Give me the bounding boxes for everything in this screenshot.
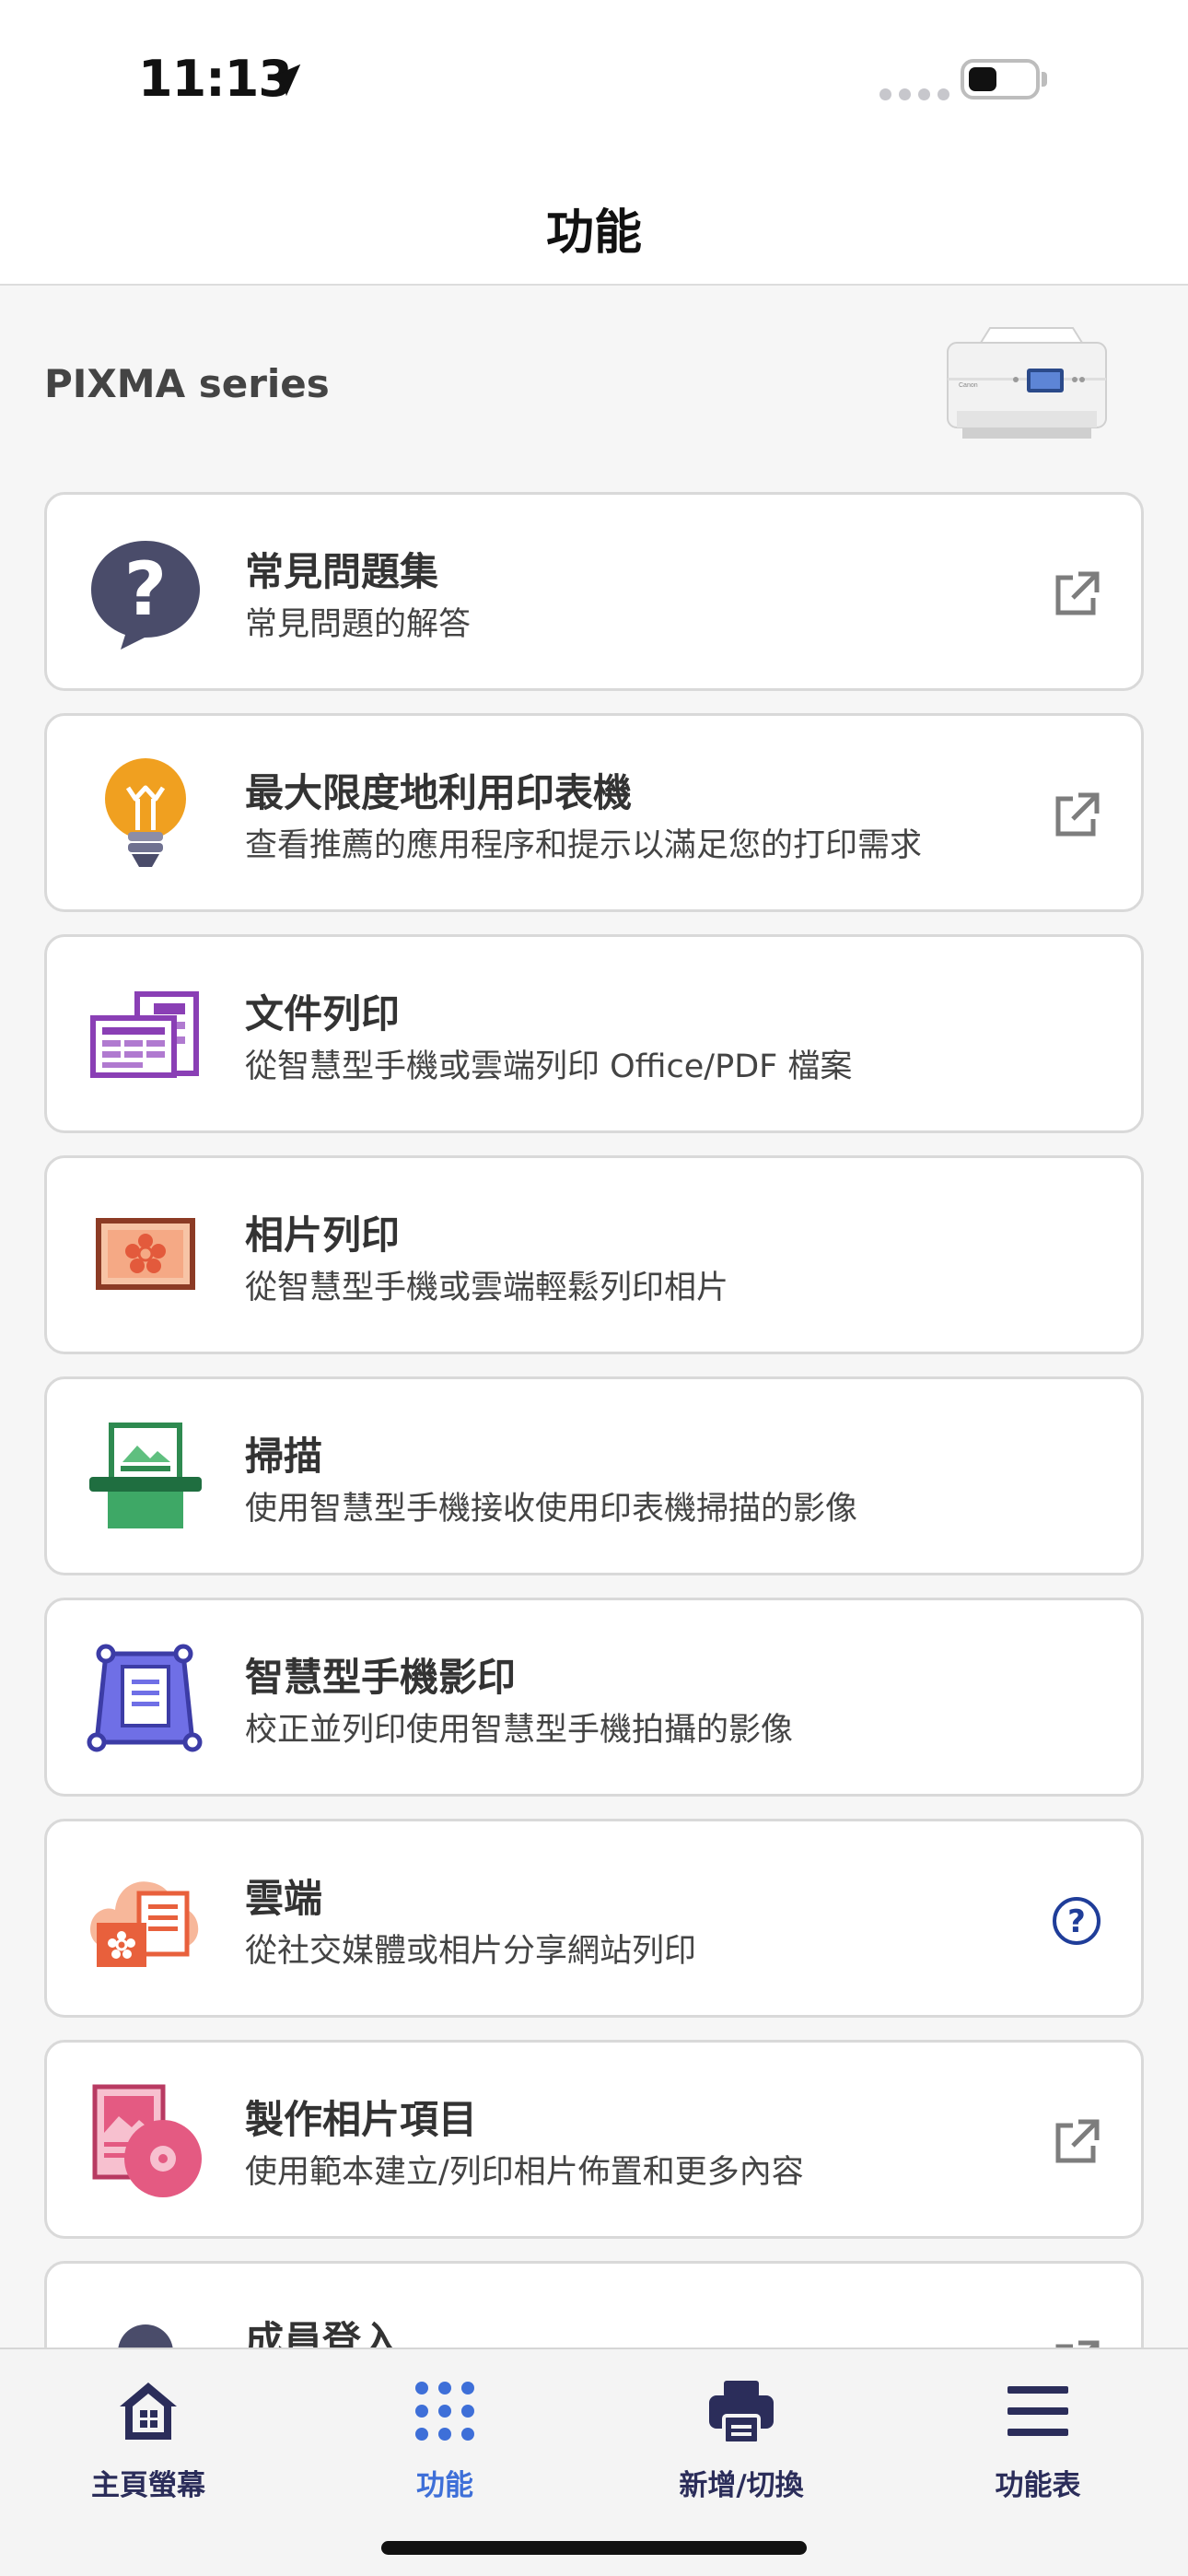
features-list[interactable]: PIXMA series Canon ? 常見問題集 常見問題的解答 最大限度地… [0,287,1188,2348]
menu-item-document-print[interactable]: 文件列印 從智慧型手機或雲端列印 Office/PDF 檔案 [44,934,1144,1133]
menu-item-title: 最大限度地利用印表機 [245,770,633,815]
external-link-icon[interactable] [1051,790,1102,841]
external-link-icon[interactable] [1051,2337,1102,2348]
photo-print-icon [96,1218,195,1290]
menu-item-title: 成員登入 [245,2318,401,2348]
smartphone-copy-icon [87,1644,203,1752]
external-link-icon[interactable] [1051,568,1102,620]
home-icon [120,2383,177,2440]
tab-label: 功能 [416,2469,473,2502]
hamburger-menu-icon [1007,2386,1068,2436]
tab-home[interactable]: 主頁螢幕 [0,2368,297,2506]
menu-item-faq[interactable]: ? 常見問題集 常見問題的解答 [44,492,1144,691]
help-circle-icon[interactable]: ? [1051,1895,1102,1947]
page-title: 功能 [545,205,642,261]
printer-name: PIXMA series [44,361,330,406]
signal-dots-icon [879,88,949,100]
menu-item-title: 雲端 [245,1876,323,1921]
status-bar: 11:13 [0,0,1188,166]
menu-item-subtitle: 使用範本建立/列印相片佈置和更多內容 [245,2154,804,2191]
home-indicator[interactable] [381,2541,807,2555]
svg-text:?: ? [124,546,167,632]
menu-item-subtitle: 常見問題的解答 [245,606,472,643]
menu-item-subtitle: 從社交媒體或相片分享網站列印 [245,1933,697,1970]
tab-features[interactable]: 功能 [297,2368,593,2506]
menu-item-title: 製作相片項目 [245,2097,478,2142]
menu-item-title: 相片列印 [245,1212,401,1258]
menu-item-scan[interactable]: 掃描 使用智慧型手機接收使用印表機掃描的影像 [44,1376,1144,1575]
scan-icon [89,1423,202,1528]
menu-item-smartphone-copy[interactable]: 智慧型手機影印 校正並列印使用智慧型手機拍攝的影像 [44,1598,1144,1797]
menu-item-title: 常見問題集 [245,549,439,594]
menu-item-subtitle: 從智慧型手機或雲端輕鬆列印相片 [245,1270,729,1306]
svg-text:?: ? [1067,1903,1086,1940]
menu-item-title: 掃描 [245,1434,323,1479]
external-link-icon[interactable] [1051,2116,1102,2168]
menu-item-title: 智慧型手機影印 [245,1655,517,1700]
navigation-header: 功能 [0,166,1188,286]
menu-item-subtitle: 使用智慧型手機接收使用印表機掃描的影像 [245,1491,858,1528]
battery-tip [1042,72,1047,87]
battery-icon [961,59,1040,100]
cloud-icon [89,1881,199,1967]
tab-label: 新增/切換 [679,2469,804,2502]
menu-item-maximize-printer[interactable]: 最大限度地利用印表機 查看推薦的應用程序和提示以滿足您的打印需求 [44,713,1144,912]
menu-item-title: 文件列印 [245,991,401,1036]
printer-brand-text: Canon [959,382,978,389]
menu-item-subtitle: 查看推薦的應用程序和提示以滿足您的打印需求 [245,827,923,864]
printer-icon [709,2381,774,2445]
menu-item-subtitle: 從智慧型手機或雲端列印 Office/PDF 檔案 [245,1048,853,1085]
tab-label: 主頁螢幕 [91,2469,205,2502]
location-arrow-icon [268,64,301,97]
tab-menu[interactable]: 功能表 [890,2368,1186,2506]
member-icon [118,2324,173,2348]
tab-add-switch-printer[interactable]: 新增/切換 [593,2368,890,2506]
faq-question-bubble-icon: ? [91,541,200,650]
photo-project-icon [92,2084,202,2197]
menu-item-cloud[interactable]: 雲端 從社交媒體或相片分享網站列印 ? [44,1819,1144,2018]
menu-item-photo-project[interactable]: 製作相片項目 使用範本建立/列印相片佈置和更多內容 [44,2040,1144,2239]
menu-item-member-login[interactable]: 成員登入 [44,2261,1144,2348]
lightbulb-icon [105,758,186,867]
menu-item-subtitle: 校正並列印使用智慧型手機拍攝的影像 [245,1712,794,1749]
grid-dots-icon [415,2382,474,2441]
document-print-icon [90,991,199,1078]
menu-item-photo-print[interactable]: 相片列印 從智慧型手機或雲端輕鬆列印相片 [44,1155,1144,1354]
printer-image[interactable]: Canon [935,326,1119,448]
tab-label: 功能表 [995,2469,1081,2502]
